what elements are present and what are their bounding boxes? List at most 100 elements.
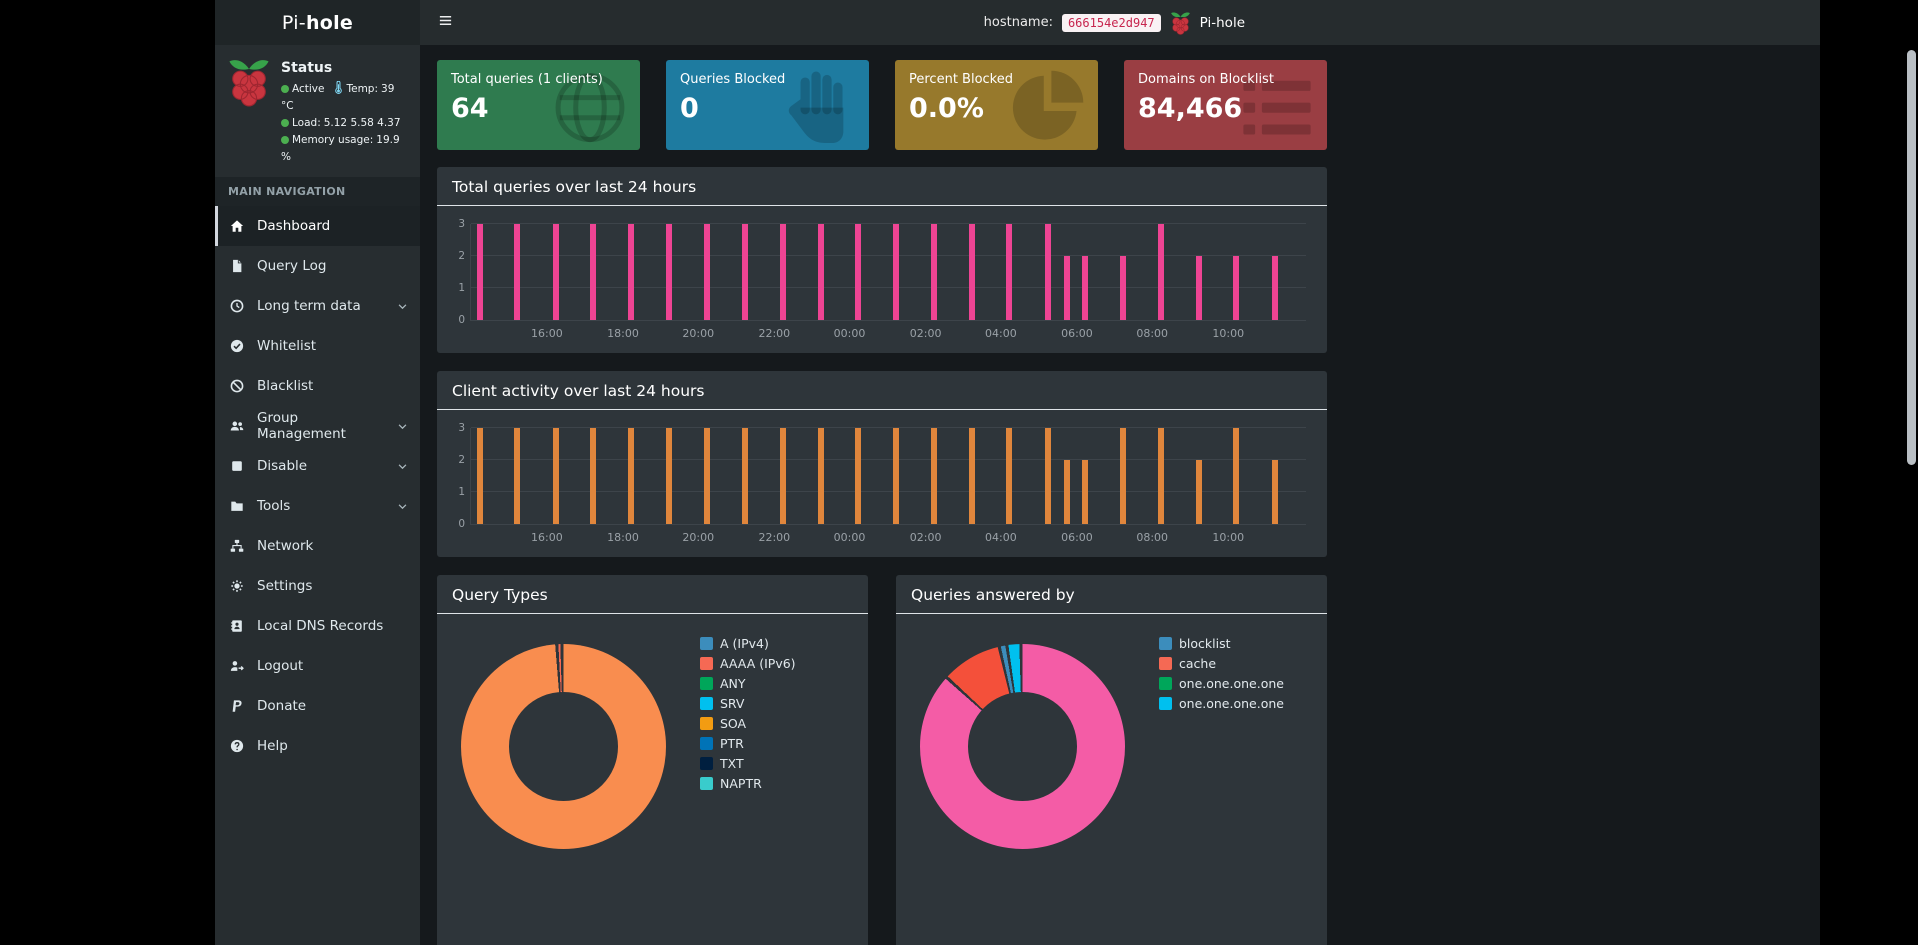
- legend-item[interactable]: blocklist: [1159, 636, 1284, 651]
- sidebar-item-group-management[interactable]: Group Management: [215, 406, 420, 446]
- bar[interactable]: [1082, 460, 1089, 524]
- sidebar-item-network[interactable]: Network: [215, 526, 420, 566]
- sidebar-item-query-log[interactable]: Query Log: [215, 246, 420, 286]
- bar[interactable]: [817, 428, 824, 524]
- stat-card-value: 64: [451, 93, 489, 124]
- bar[interactable]: [666, 224, 673, 320]
- bar[interactable]: [1195, 256, 1202, 320]
- total-queries-chart[interactable]: 0 1 2 3 16:00 18:00 20:00 22:00 00:00 02:00 04:00 0…: [437, 206, 1327, 353]
- legend-item[interactable]: TXT: [700, 756, 796, 771]
- sidebar-item-settings[interactable]: Settings: [215, 566, 420, 606]
- status-title: Status: [281, 60, 333, 76]
- bar[interactable]: [931, 428, 938, 524]
- bar[interactable]: [476, 224, 483, 320]
- sidebar-item-tools[interactable]: Tools: [215, 486, 420, 526]
- scrollbar-thumb[interactable]: [1907, 50, 1916, 465]
- bar[interactable]: [741, 428, 748, 524]
- legend-item[interactable]: one.one.one.one: [1159, 676, 1284, 691]
- x-axis-label: 18:00: [607, 531, 639, 544]
- bar[interactable]: [627, 428, 634, 524]
- legend-label: SRV: [720, 696, 745, 711]
- bar[interactable]: [1158, 428, 1165, 524]
- bar[interactable]: [892, 224, 899, 320]
- sidebar-item-donate[interactable]: Donate: [215, 686, 420, 726]
- bar[interactable]: [590, 224, 597, 320]
- legend-item[interactable]: cache: [1159, 656, 1284, 671]
- users-icon: [228, 419, 246, 433]
- bar[interactable]: [1044, 428, 1051, 524]
- bar[interactable]: [476, 428, 483, 524]
- bar[interactable]: [1006, 428, 1013, 524]
- bar[interactable]: [514, 428, 521, 524]
- bar[interactable]: [855, 428, 862, 524]
- sidebar-toggle-button[interactable]: [420, 0, 470, 45]
- sidebar-item-whitelist[interactable]: Whitelist: [215, 326, 420, 366]
- brand-logo[interactable]: Pi-hole: [215, 0, 420, 45]
- bar[interactable]: [1063, 460, 1070, 524]
- home-icon: [228, 219, 246, 233]
- legend-item[interactable]: A (IPv4): [700, 636, 796, 651]
- status-dot-icon: [281, 118, 289, 127]
- bar[interactable]: [741, 224, 748, 320]
- page-scrollbar[interactable]: [1906, 0, 1917, 945]
- bar[interactable]: [779, 224, 786, 320]
- sidebar-item-label: Local DNS Records: [257, 618, 384, 635]
- bar[interactable]: [703, 428, 710, 524]
- x-axis-label: 20:00: [682, 531, 715, 544]
- bar[interactable]: [666, 428, 673, 524]
- bar[interactable]: [1195, 460, 1202, 524]
- sidebar-item-help[interactable]: Help: [215, 726, 420, 766]
- bar[interactable]: [892, 428, 899, 524]
- stat-card-title: Percent Blocked: [909, 72, 1013, 87]
- bar[interactable]: [1233, 428, 1240, 524]
- bar[interactable]: [552, 224, 559, 320]
- x-axis-label: 20:00: [682, 327, 715, 340]
- app-window: Pi-hole hostname: 666154e2d947 Pi-hole S…: [215, 0, 1820, 945]
- sidebar-item-dashboard[interactable]: Dashboard: [215, 206, 420, 247]
- bar[interactable]: [1044, 224, 1051, 320]
- sidebar-item-disable[interactable]: Disable: [215, 446, 420, 486]
- legend-item[interactable]: SRV: [700, 696, 796, 711]
- bar[interactable]: [968, 224, 975, 320]
- sidebar-item-label: Long term data: [257, 298, 361, 315]
- bar[interactable]: [1271, 256, 1278, 320]
- bar[interactable]: [968, 428, 975, 524]
- bar[interactable]: [1063, 256, 1070, 320]
- status-panel: Status Active Temp: 39 °C Load: 5.12 5.58 4…: [215, 45, 420, 177]
- brand-bold: hole: [305, 11, 354, 34]
- bar[interactable]: [703, 224, 710, 320]
- legend-item[interactable]: ANY: [700, 676, 796, 691]
- donut-chart[interactable]: [920, 644, 1125, 849]
- bar[interactable]: [1006, 224, 1013, 320]
- bar[interactable]: [1271, 460, 1278, 524]
- bar[interactable]: [1119, 256, 1126, 320]
- bar[interactable]: [779, 428, 786, 524]
- legend-item[interactable]: SOA: [700, 716, 796, 731]
- bar[interactable]: [1119, 428, 1126, 524]
- bar[interactable]: [514, 224, 521, 320]
- bar[interactable]: [817, 224, 824, 320]
- bar[interactable]: [1233, 256, 1240, 320]
- sidebar-item-blacklist[interactable]: Blacklist: [215, 366, 420, 406]
- bar[interactable]: [1082, 256, 1089, 320]
- legend-item[interactable]: one.one.one.one: [1159, 696, 1284, 711]
- legend-label: PTR: [720, 736, 744, 751]
- legend-item[interactable]: AAAA (IPv6): [700, 656, 796, 671]
- donut-chart[interactable]: [461, 644, 666, 849]
- bar[interactable]: [1158, 224, 1165, 320]
- bar[interactable]: [552, 428, 559, 524]
- x-axis-label: 04:00: [985, 327, 1017, 340]
- legend-item[interactable]: NAPTR: [700, 776, 796, 791]
- bar[interactable]: [627, 224, 634, 320]
- stat-card-domains-on-blocklist: Domains on Blocklist 84,466: [1124, 60, 1327, 150]
- sidebar-item-local-dns-records[interactable]: Local DNS Records: [215, 606, 420, 646]
- panel-title: Client activity over last 24 hours: [437, 371, 1327, 410]
- bar[interactable]: [931, 224, 938, 320]
- legend-item[interactable]: PTR: [700, 736, 796, 751]
- bar[interactable]: [855, 224, 862, 320]
- sidebar-item-long-term-data[interactable]: Long term data: [215, 286, 420, 326]
- sidebar-item-logout[interactable]: Logout: [215, 646, 420, 686]
- pihole-logo-icon: [227, 57, 271, 165]
- bar[interactable]: [590, 428, 597, 524]
- client-activity-chart[interactable]: 0 1 2 3 16:00 18:00 20:00 22:00 00:00 02:00 04:00 0…: [437, 410, 1327, 557]
